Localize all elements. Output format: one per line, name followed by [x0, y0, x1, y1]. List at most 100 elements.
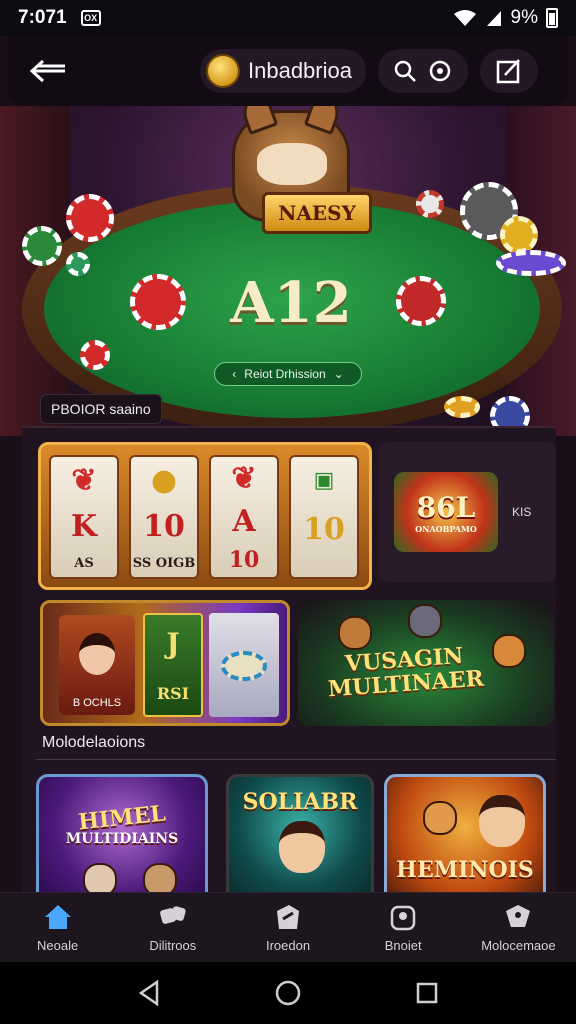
recents-square-icon[interactable]: [411, 977, 443, 1009]
chip-icon: [22, 226, 62, 266]
game-tile[interactable]: HIMEL MULTIDIAINS: [36, 774, 208, 904]
multi-title: VUSAGIN MULTINAER: [319, 642, 492, 702]
reel-symbol: A: [232, 504, 256, 539]
chip-icon: [396, 276, 446, 326]
nav-item-promotions[interactable]: Iroedon: [230, 893, 345, 962]
brand-pill[interactable]: Inbadbrioa: [200, 49, 366, 93]
edit-button[interactable]: [479, 49, 538, 93]
bottom-nav: Neoale Dilitroos Iroedon Bnoiet Molocema…: [0, 892, 576, 962]
slot-reel: [209, 613, 279, 717]
promo-game-card[interactable]: 86L ONAOBPAMO KIS: [378, 442, 556, 582]
promo-logo-sub: ONAOBPAMO: [415, 523, 477, 534]
search-icon[interactable]: [392, 58, 418, 84]
character-name: B OCHLS: [72, 697, 122, 709]
chip-icon: [500, 216, 538, 254]
character-face-icon: [279, 821, 325, 873]
hero-cta-button[interactable]: ‹ Reiot Drhission ⌄: [214, 362, 362, 386]
chip-icon: [416, 190, 444, 218]
hero-banner[interactable]: NAESY A12 ‹ Reiot Drhission ⌄ PBOIOR saa…: [0, 106, 576, 436]
tile-title: SOLIABR: [242, 789, 358, 815]
battery-icon: [546, 8, 558, 28]
promo-name: KIS: [512, 505, 532, 519]
coin-icon: [206, 54, 240, 88]
hero-label: PBOIOR saaino: [40, 394, 162, 424]
header-actions: [377, 49, 468, 93]
wifi-icon: [453, 10, 476, 26]
games-panel: ❦ K AS ● 10 SS OIGB ❦ A 10 ▣ 10 86L ONAO…: [22, 426, 556, 904]
dog-icon: [408, 604, 442, 638]
status-time: 7:071: [18, 7, 67, 28]
character-face-icon: [79, 633, 115, 675]
chip-icon: [80, 340, 110, 370]
home-circle-icon[interactable]: [272, 977, 304, 1009]
nav-item-home[interactable]: Neoale: [0, 893, 115, 962]
chevron-left-icon: ‹: [232, 367, 237, 381]
slot-reel: ▣ 10: [289, 455, 359, 579]
signal-icon: [486, 11, 501, 26]
reel-symbol: K: [70, 509, 98, 545]
promo-logo: 86L ONAOBPAMO: [394, 472, 498, 552]
mascot-badge: NAESY: [262, 192, 372, 234]
app-header: Inbadbrioa: [8, 36, 568, 106]
coin-icon: ●: [150, 462, 178, 498]
chip-icon: [66, 252, 90, 276]
dog-icon: [338, 616, 372, 650]
chip-icon: [221, 651, 267, 681]
home-icon: [42, 902, 74, 932]
arrow-left-icon: [29, 59, 65, 83]
reel-label: SS OIGB: [132, 556, 196, 572]
status-indicators: 9%: [453, 7, 558, 29]
section-title: Molodelaoions: [42, 734, 146, 751]
chip-icon: [444, 396, 480, 418]
reel-symbol: 10: [303, 512, 345, 548]
slot-reel: J RSI: [143, 613, 203, 717]
slot-reel: ❦ K AS: [49, 455, 119, 579]
nav-item-games[interactable]: Dilitroos: [115, 893, 230, 962]
nav-item-wallet[interactable]: Bnoiet: [346, 893, 461, 962]
wallet-icon: [387, 902, 419, 932]
chip-icon: [130, 274, 186, 330]
game-tile[interactable]: SOLIABR: [226, 774, 374, 904]
divider: [36, 759, 556, 760]
tile-subtitle: MULTIDIAINS: [65, 831, 179, 847]
slot-game-card[interactable]: ❦ K AS ● 10 SS OIGB ❦ A 10 ▣ 10: [38, 442, 372, 590]
reel-symbol: RSI: [156, 684, 190, 703]
back-button[interactable]: [26, 49, 70, 93]
tile-title: HEMINOIS: [396, 857, 534, 883]
chip-icon: [496, 250, 566, 276]
reel-symbol: ❦: [231, 461, 257, 496]
status-bar: 7:071 OX 9%: [0, 0, 576, 36]
promo-logo-text: 86L: [416, 490, 476, 524]
nav-item-more[interactable]: Molocemaoe: [461, 893, 576, 962]
tag-icon: [272, 902, 304, 932]
character-face-icon: [479, 795, 525, 847]
hero-cta-label: Reiot Drhission: [244, 367, 326, 381]
dice-icon: [157, 902, 189, 932]
nav-label: Neoale: [37, 938, 79, 953]
jackpot-value: A12: [230, 270, 352, 336]
chevron-down-icon: ⌄: [333, 367, 344, 381]
reel-symbol: 10: [228, 547, 260, 573]
chip-icon: [66, 194, 114, 242]
reel-label: AS: [74, 556, 94, 572]
multi-game-card[interactable]: VUSAGIN MULTINAER: [298, 600, 554, 726]
battery-percent: 9%: [510, 7, 538, 28]
edit-icon: [496, 59, 520, 84]
reel-symbol: 10: [143, 509, 185, 545]
back-triangle-icon[interactable]: [133, 977, 165, 1009]
nav-label: Dilitroos: [149, 938, 197, 953]
nav-label: Iroedon: [265, 938, 311, 953]
game-tile[interactable]: HEMINOIS: [384, 774, 546, 904]
nav-label: Molocemaoe: [481, 938, 556, 953]
slot-reel: ● 10 SS OIGB: [129, 455, 199, 579]
nav-label: Bnoiet: [384, 938, 422, 953]
brand-name: Inbadbrioa: [248, 58, 352, 83]
notification-icon: OX: [80, 10, 101, 26]
reel-symbol: ❦: [71, 462, 97, 498]
system-nav: [0, 962, 576, 1024]
lady-slot-card[interactable]: B OCHLS J RSI: [40, 600, 290, 726]
reel-symbol: J: [166, 627, 180, 660]
dog-icon: [492, 634, 526, 668]
reel-symbol: ▣: [313, 466, 335, 493]
target-icon[interactable]: [427, 58, 453, 84]
